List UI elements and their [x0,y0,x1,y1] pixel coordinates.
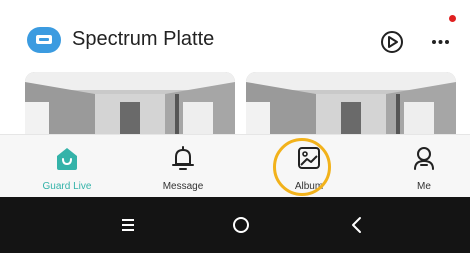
tab-message[interactable]: Message [133,135,233,198]
notification-dot [449,15,456,22]
highlight-ring [273,138,331,196]
back-icon[interactable] [343,211,371,239]
menu-icon[interactable] [114,211,142,239]
tab-me[interactable]: Me [374,135,470,198]
camera-preview[interactable] [246,72,456,134]
system-nav-bar [0,197,470,253]
app-header: Spectrum Platte [0,0,470,72]
page-title: Spectrum Platte [72,28,215,50]
bell-icon [168,143,198,173]
more-dots-icon[interactable] [427,27,457,57]
guard-live-icon [52,143,82,173]
play-icon[interactable] [377,27,407,57]
bottom-nav: Guard Live Message Album Me [0,134,470,197]
tab-label: Message [162,181,204,192]
user-icon [409,143,439,173]
tab-guard-live[interactable]: Guard Live [17,135,117,198]
tab-label: Guard Live [42,181,92,192]
camera-preview[interactable] [25,72,235,134]
device-icon[interactable] [27,27,61,53]
home-icon[interactable] [227,211,255,239]
tab-label: Me [417,181,431,192]
